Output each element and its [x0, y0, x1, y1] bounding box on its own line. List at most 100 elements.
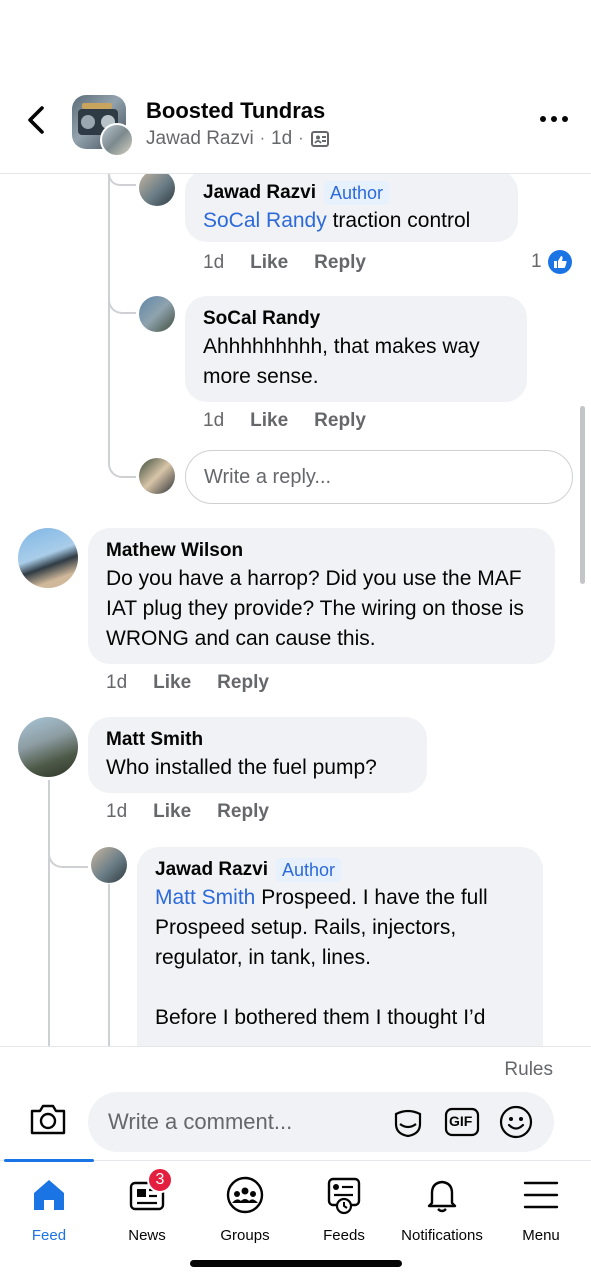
chevron-left-icon: [28, 106, 44, 134]
tab-label: Groups: [220, 1227, 270, 1244]
rules-link[interactable]: Rules: [504, 1059, 553, 1081]
like-button[interactable]: Like: [250, 252, 288, 274]
comments-list: Jawad Razvi Author SoCal Randy traction …: [0, 174, 591, 1046]
post-header: Boosted Tundras Jawad Razvi · 1d ·: [0, 78, 591, 174]
tab-menu[interactable]: Menu: [492, 1175, 590, 1244]
scrollbar[interactable]: [580, 406, 585, 584]
post-meta: Jawad Razvi · 1d ·: [146, 128, 330, 150]
thread-line: [108, 174, 110, 444]
comment-composer: Rules Write a comment... GIF: [0, 1046, 591, 1160]
commenter-avatar[interactable]: [91, 847, 127, 883]
meta-separator: ·: [298, 130, 304, 147]
tab-label: Feeds: [323, 1227, 365, 1244]
thread-connector: [108, 438, 136, 478]
mention-link[interactable]: SoCal Randy: [203, 209, 327, 232]
group-avatar[interactable]: [72, 95, 134, 157]
comment-body: traction control: [326, 209, 471, 232]
tab-news[interactable]: 3 News: [98, 1167, 196, 1244]
comment-actions: 1d Like Reply: [106, 801, 269, 823]
gif-button[interactable]: GIF: [444, 1104, 480, 1140]
comment-text: Do you have a harrop? Did you use the MA…: [106, 567, 524, 650]
tab-label: News: [128, 1227, 166, 1244]
tab-notifications[interactable]: Notifications: [393, 1175, 491, 1244]
comment-bubble: SoCal Randy Ahhhhhhhhh, that makes way m…: [185, 296, 527, 402]
camera-icon: [30, 1104, 66, 1135]
commenter-avatar[interactable]: [139, 296, 175, 332]
commenter-avatar[interactable]: [18, 717, 78, 777]
comment-actions: 1d Like Reply: [106, 672, 269, 694]
reaction-summary[interactable]: 1: [531, 250, 572, 274]
like-button[interactable]: Like: [153, 801, 191, 823]
reply-button[interactable]: Reply: [314, 410, 366, 432]
commenter-name[interactable]: Matt Smith: [106, 727, 203, 753]
comment-bubble: Jawad Razvi Author SoCal Randy traction …: [185, 174, 518, 242]
smiley-icon: [499, 1105, 533, 1139]
home-icon: [29, 1175, 69, 1215]
commenter-name[interactable]: Mathew Wilson: [106, 538, 243, 564]
mention-link[interactable]: Matt Smith: [155, 886, 255, 909]
thread-line: [48, 780, 50, 1046]
reply-input[interactable]: Write a reply...: [185, 450, 573, 504]
like-button[interactable]: Like: [153, 672, 191, 694]
comment-time[interactable]: 1d: [106, 672, 127, 694]
gif-label: GIF: [449, 1113, 473, 1129]
current-user-avatar: [139, 458, 175, 494]
comment-text: Matt Smith Prospeed. I have the full Pro…: [155, 883, 525, 973]
commenter-avatar[interactable]: [139, 174, 175, 206]
reply-button[interactable]: Reply: [314, 252, 366, 274]
sticker-icon: [394, 1109, 422, 1138]
dot-icon: [551, 116, 557, 122]
tab-feed[interactable]: Feed: [0, 1175, 98, 1244]
tab-groups[interactable]: Groups: [196, 1175, 294, 1244]
comment-actions: 1d Like Reply: [203, 252, 366, 274]
tab-label: Feed: [31, 1227, 67, 1244]
avatar-sticker-button[interactable]: [390, 1104, 426, 1140]
comment-time[interactable]: 1d: [106, 801, 127, 823]
comment-time[interactable]: 1d: [203, 252, 224, 274]
active-tab-indicator: [4, 1159, 94, 1162]
meta-separator: ·: [259, 130, 266, 147]
dot-icon: [540, 116, 546, 122]
comment-actions: 1d Like Reply: [203, 410, 366, 432]
reaction-count: 1: [531, 251, 542, 272]
reply-button[interactable]: Reply: [217, 801, 269, 823]
post-time[interactable]: 1d: [271, 128, 292, 150]
thread-connector: [108, 174, 136, 186]
reply-button[interactable]: Reply: [217, 672, 269, 694]
commenter-name[interactable]: Jawad Razvi: [203, 180, 316, 206]
post-author[interactable]: Jawad Razvi: [146, 128, 254, 150]
reply-placeholder: Write a reply...: [204, 465, 332, 488]
tab-feeds[interactable]: Feeds: [295, 1175, 393, 1244]
comment-time[interactable]: 1d: [203, 410, 224, 432]
dot-icon: [562, 116, 568, 122]
groups-icon: [225, 1175, 265, 1215]
back-button[interactable]: [22, 102, 52, 138]
comment-text-continued: Before I bothered them I thought I’d: [155, 1006, 486, 1029]
tab-label: Notifications: [401, 1227, 483, 1244]
feeds-icon: [324, 1175, 364, 1215]
tab-label: Menu: [522, 1227, 560, 1244]
comment-bubble: Matt Smith Who installed the fuel pump?: [88, 717, 427, 793]
menu-icon: [521, 1175, 561, 1215]
comment-bubble: Mathew Wilson Do you have a harrop? Did …: [88, 528, 555, 664]
comment-bubble: Jawad Razvi Author Matt Smith Prospeed. …: [137, 847, 543, 1046]
notification-badge: 3: [147, 1167, 173, 1193]
author-avatar: [100, 123, 134, 157]
comment-input[interactable]: Write a comment... GIF: [88, 1092, 554, 1152]
emoji-button[interactable]: [498, 1104, 534, 1140]
thread-connector: [108, 292, 136, 314]
bottom-nav: Feed 3 News Groups Feeds Notifications M…: [0, 1159, 591, 1279]
group-name[interactable]: Boosted Tundras: [146, 98, 325, 124]
thread-line: [108, 884, 110, 1046]
commenter-avatar[interactable]: [18, 528, 78, 588]
like-button[interactable]: Like: [250, 410, 288, 432]
comment-text: Ahhhhhhhhh, that makes way more sense.: [203, 335, 480, 388]
commenter-name[interactable]: SoCal Randy: [203, 306, 320, 332]
camera-button[interactable]: [28, 1101, 68, 1137]
more-options-button[interactable]: [540, 114, 568, 124]
author-badge: Author: [276, 858, 342, 882]
commenter-name[interactable]: Jawad Razvi: [155, 857, 268, 883]
thumbs-up-icon: [547, 250, 572, 274]
comment-text: SoCal Randy traction control: [203, 206, 500, 236]
home-indicator[interactable]: [190, 1260, 402, 1267]
